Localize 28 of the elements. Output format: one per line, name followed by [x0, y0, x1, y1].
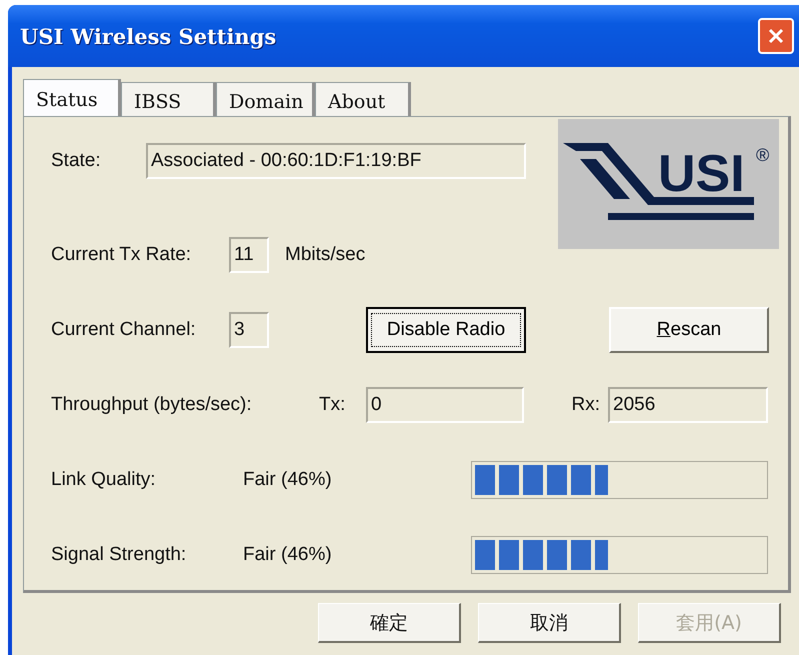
window-title: USI Wireless Settings	[20, 24, 276, 48]
tab[interactable]: About	[315, 82, 411, 116]
tab[interactable]: Status	[23, 79, 121, 116]
state-field: Associated - 00:60:1D:F1:19:BF	[146, 143, 526, 179]
dialog-button[interactable]: 確定	[318, 603, 461, 643]
field-label: State:	[51, 150, 102, 172]
field-label: Current Tx Rate:	[51, 244, 192, 266]
dialog-button[interactable]: 取消	[478, 603, 621, 643]
channel-field: 3	[229, 312, 269, 348]
field-label: Current Channel:	[51, 318, 197, 340]
close-button[interactable]	[758, 18, 794, 54]
tx-field: 0	[366, 386, 524, 422]
tab[interactable]: IBSS	[121, 82, 216, 116]
tab[interactable]: Domain	[216, 82, 315, 116]
rescan-button[interactable]: Rescan	[609, 306, 769, 352]
rx-field: 2056	[608, 386, 768, 422]
tx-rate-field: 11	[229, 236, 269, 272]
close-icon	[766, 26, 786, 46]
meter-label: Link Quality:	[51, 468, 157, 490]
field-label: Tx:	[319, 394, 346, 416]
field-label: Rx:	[570, 394, 601, 416]
meter-reading: Fair (46%)	[243, 468, 333, 490]
meter-reading: Fair (46%)	[243, 544, 333, 566]
meter-label: Signal Strength:	[51, 544, 188, 566]
unit-label: Mbits/sec	[285, 244, 366, 266]
logo: USI ®	[558, 119, 779, 249]
disable-radio-button[interactable]: Disable Radio	[366, 306, 526, 352]
field-label: Throughput (bytes/sec):	[51, 394, 253, 416]
